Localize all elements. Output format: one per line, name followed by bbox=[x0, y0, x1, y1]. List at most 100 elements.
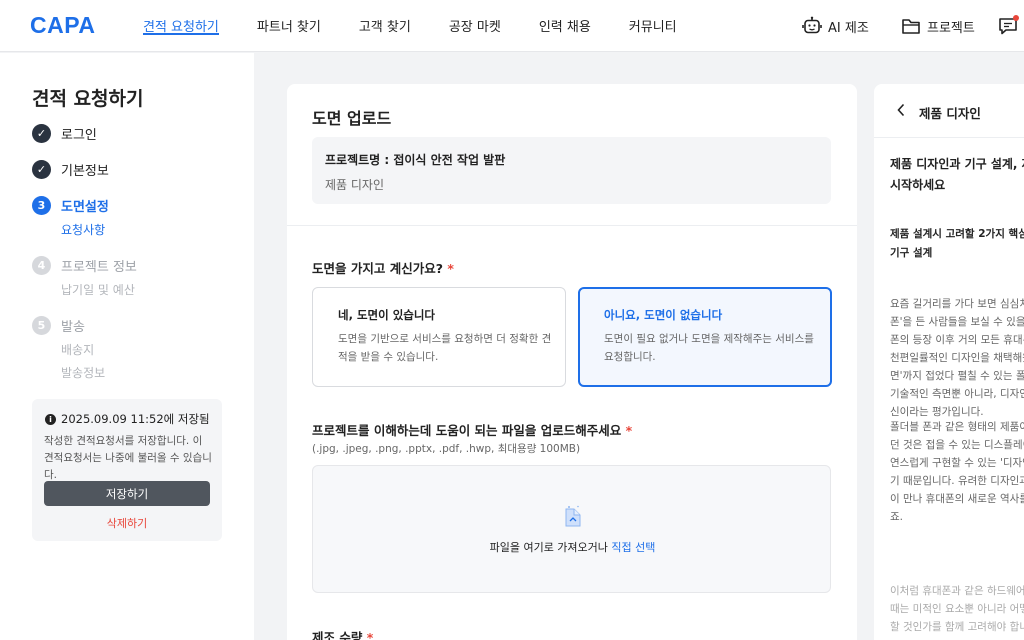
guide-text-line: 면'까지 접었다 펼칠 수 있는 폴더 bbox=[890, 370, 1024, 382]
guide-panel-title: 제품 디자인 bbox=[919, 106, 981, 121]
guide-text-line: 때는 미적인 요소뿐 아니라 어떻 bbox=[890, 603, 1024, 615]
step-label: 기본정보 bbox=[61, 164, 109, 179]
substep-deadline-budget: 납기일 및 예산 bbox=[61, 283, 135, 297]
required-mark: * bbox=[447, 261, 454, 276]
main-nav: 견적 요청하기 파트너 찾기 고객 찾기 공장 마켓 인력 채용 커뮤니티 bbox=[143, 0, 715, 52]
guide-paragraph-2: 폴더블 폰과 같은 형태의 제품이 던 것은 접을 수 있는 디스플레이 연스럽… bbox=[890, 418, 1024, 526]
nav-community[interactable]: 커뮤니티 bbox=[629, 0, 677, 52]
check-icon: ✓ bbox=[32, 160, 51, 179]
upload-file-icon bbox=[565, 505, 581, 527]
file-dropzone[interactable]: 파일을 여기로 가져오거나 직접 선택 bbox=[312, 465, 831, 593]
guide-text-line: 기술적인 측면뿐 아니라, 디자인 bbox=[890, 388, 1024, 400]
drawing-question-text: 도면을 가지고 계신가요? bbox=[312, 261, 443, 276]
robot-icon bbox=[802, 16, 822, 34]
guide-heading: 제품 디자인과 기구 설계, 제품 시작하세요 bbox=[890, 154, 1024, 196]
guide-text-line: 이처럼 휴대폰과 같은 하드웨어 bbox=[890, 585, 1024, 597]
nav-find-partner[interactable]: 파트너 찾기 bbox=[257, 0, 321, 52]
step-project-info: 4 프로젝트 정보 bbox=[32, 256, 137, 275]
notification-dot bbox=[1013, 15, 1019, 21]
step-number: 5 bbox=[32, 316, 51, 335]
ai-manufacturing-button[interactable]: AI 제조 bbox=[802, 0, 869, 52]
option-no-drawing[interactable]: 아니요, 도면이 없습니다 도면이 필요 없거나 도면을 제작해주는 서비스를 … bbox=[578, 287, 832, 387]
step-label: 프로젝트 정보 bbox=[61, 260, 137, 275]
substep-send-info: 발송정보 bbox=[61, 366, 106, 380]
upload-question: 프로젝트를 이해하는데 도움이 되는 파일을 업로드해주세요 * bbox=[312, 420, 632, 439]
guide-subheading-line: 기구 설계 bbox=[890, 247, 933, 259]
guide-panel: 제품 디자인 제품 디자인과 기구 설계, 제품 시작하세요 제품 설계시 고려… bbox=[874, 84, 1024, 640]
guide-text-line: 할 것인가를 함께 고려해야 합니 bbox=[890, 621, 1024, 633]
step-label: 도면설정 bbox=[61, 200, 109, 215]
required-mark: * bbox=[366, 630, 374, 640]
chevron-left-icon[interactable] bbox=[896, 103, 906, 117]
project-name: 프로젝트명 : 접이식 안전 작업 발판 bbox=[325, 153, 506, 167]
save-status-text: 2025.09.09 11:52에 저장됨 bbox=[61, 412, 210, 426]
guide-subheading-line: 제품 설계시 고려할 2가지 핵심, bbox=[890, 228, 1024, 240]
delete-link[interactable]: 삭제하기 bbox=[32, 515, 222, 531]
messages-button[interactable] bbox=[998, 0, 1024, 52]
project-summary: 프로젝트명 : 접이식 안전 작업 발판 제품 디자인 bbox=[312, 137, 831, 204]
option-description: 도면을 기반으로 서비스를 요청하면 더 정확한 견적을 받을 수 있습니다. bbox=[338, 333, 552, 363]
select-file-link[interactable]: 직접 선택 bbox=[611, 541, 655, 554]
option-title: 네, 도면이 있습니다 bbox=[338, 308, 436, 322]
ai-manufacturing-label: AI 제조 bbox=[828, 20, 869, 36]
option-has-drawing[interactable]: 네, 도면이 있습니다 도면을 기반으로 서비스를 요청하면 더 정확한 견적을… bbox=[312, 287, 566, 387]
save-panel: i 2025.09.09 11:52에 저장됨 작성한 견적요청서를 저장합니다… bbox=[32, 399, 222, 541]
dropzone-instruction: 파일을 여기로 가져오거나 bbox=[489, 541, 612, 554]
page-title: 도면 업로드 bbox=[312, 109, 392, 128]
drawing-upload-card: 도면 업로드 프로젝트명 : 접이식 안전 작업 발판 제품 디자인 도면을 가… bbox=[287, 84, 857, 640]
save-button[interactable]: 저장하기 bbox=[44, 481, 210, 506]
save-description: 작성한 견적요청서를 저장합니다. 이 견적요청서는 나중에 불러올 수 있습니… bbox=[44, 435, 212, 481]
quantity-question: 제조 수량 * bbox=[312, 627, 373, 640]
nav-quote-request[interactable]: 견적 요청하기 bbox=[143, 0, 219, 52]
nav-factory-market[interactable]: 공장 마켓 bbox=[449, 0, 501, 52]
guide-text-line: 던 것은 접을 수 있는 디스플레이 bbox=[890, 439, 1024, 451]
folder-icon bbox=[902, 19, 920, 34]
guide-heading-line: 제품 디자인과 기구 설계, 제품 bbox=[890, 157, 1024, 171]
guide-paragraph-3: 이처럼 휴대폰과 같은 하드웨어 때는 미적인 요소뿐 아니라 어떻 할 것인가… bbox=[890, 582, 1024, 636]
info-icon: i bbox=[45, 413, 56, 425]
progress-sidebar: 견적 요청하기 ✓ 로그인 ✓ 기본정보 3 도면설정 요청사항 4 프로젝트 … bbox=[0, 53, 254, 640]
guide-subheading: 제품 설계시 고려할 2가지 핵심, 기구 설계 bbox=[890, 225, 1024, 263]
nav-hiring[interactable]: 인력 채용 bbox=[539, 0, 591, 52]
guide-text-line: 폰'을 든 사람들을 보실 수 있을 bbox=[890, 316, 1024, 328]
required-mark: * bbox=[625, 423, 633, 438]
option-title: 아니요, 도면이 없습니다 bbox=[604, 308, 723, 322]
step-number: 4 bbox=[32, 256, 51, 275]
divider bbox=[287, 225, 857, 226]
nav-find-customer[interactable]: 고객 찾기 bbox=[359, 0, 411, 52]
guide-heading-line: 시작하세요 bbox=[890, 178, 946, 192]
sidebar-title: 견적 요청하기 bbox=[32, 88, 144, 110]
upload-question-text: 프로젝트를 이해하는데 도움이 되는 파일을 업로드해주세요 bbox=[312, 423, 622, 438]
option-description: 도면이 필요 없거나 도면을 제작해주는 서비스를 요청합니다. bbox=[604, 333, 814, 363]
guide-text-line: 천편일률적인 디자인을 채택해왔 bbox=[890, 352, 1024, 364]
top-header: CAPA 견적 요청하기 파트너 찾기 고객 찾기 공장 마켓 인력 채용 커뮤… bbox=[0, 0, 1024, 52]
step-drawing-settings: 3 도면설정 bbox=[32, 196, 109, 215]
guide-text-line: 요즘 길거리를 가다 보면 심심치 bbox=[890, 298, 1024, 310]
step-login: ✓ 로그인 bbox=[32, 124, 97, 143]
guide-text-line: 폴더블 폰과 같은 형태의 제품이 bbox=[890, 421, 1024, 433]
step-basic-info: ✓ 기본정보 bbox=[32, 160, 109, 179]
guide-text-line: 죠. bbox=[890, 511, 903, 523]
project-label: 프로젝트 bbox=[927, 20, 975, 36]
drawing-question: 도면을 가지고 계신가요? * bbox=[312, 258, 454, 277]
step-number: 3 bbox=[32, 196, 51, 215]
guide-text-line: 기 때문입니다. 유려한 디자인과 bbox=[890, 475, 1024, 487]
quantity-question-text: 제조 수량 bbox=[312, 630, 363, 640]
step-label: 발송 bbox=[61, 320, 85, 335]
substep-requirements: 요청사항 bbox=[61, 223, 106, 237]
project-button[interactable]: 프로젝트 bbox=[901, 0, 975, 52]
guide-panel-header: 제품 디자인 bbox=[874, 84, 1024, 138]
substep-shipping-address: 배송지 bbox=[61, 343, 95, 357]
guide-text-line: 이 만나 휴대폰의 새로운 역사를 bbox=[890, 493, 1024, 505]
guide-paragraph-1: 요즘 길거리를 가다 보면 심심치 폰'을 든 사람들을 보실 수 있을 폰의 … bbox=[890, 295, 1024, 421]
capa-logo[interactable]: CAPA bbox=[30, 12, 95, 39]
guide-text-line: 연스럽게 구현할 수 있는 '디자인 bbox=[890, 457, 1024, 469]
check-icon: ✓ bbox=[32, 124, 51, 143]
guide-text-line: 폰의 등장 이후 거의 모든 휴대폰 bbox=[890, 334, 1024, 346]
save-status: i 2025.09.09 11:52에 저장됨 bbox=[45, 411, 210, 427]
upload-hint: (.jpg, .jpeg, .png, .pptx, .pdf, .hwp, 최… bbox=[312, 443, 581, 455]
project-category: 제품 디자인 bbox=[325, 178, 385, 192]
step-send: 5 발송 bbox=[32, 316, 85, 335]
step-label: 로그인 bbox=[61, 128, 97, 143]
dropzone-text: 파일을 여기로 가져오거나 직접 선택 bbox=[313, 539, 832, 555]
